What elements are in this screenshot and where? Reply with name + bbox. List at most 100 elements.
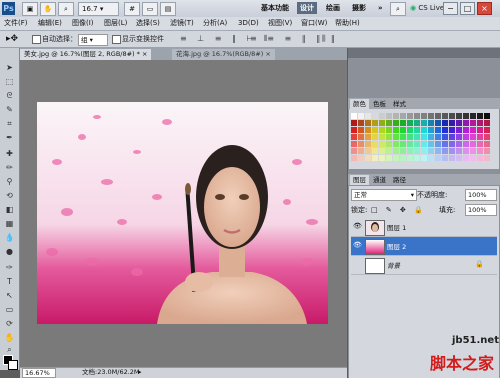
tab-close-icon[interactable]: × [265,50,270,58]
swatch [449,148,455,154]
lasso-icon[interactable]: ᘓ [3,90,16,101]
swatch [470,155,476,161]
clone-stamp-icon[interactable]: ⚲ [3,176,16,187]
swatch [365,155,371,161]
grid-icon[interactable]: # [124,2,140,16]
menu-3d[interactable]: 3D(D) [238,17,259,30]
menu-analysis[interactable]: 分析(A) [203,17,227,30]
swatch [421,141,427,147]
swatch [470,148,476,154]
workspace-photography[interactable]: 摄影 [349,2,369,14]
swatch [456,113,462,119]
swatch [421,134,427,140]
hand-icon[interactable]: ✋ [40,2,56,16]
tab-styles[interactable]: 样式 [390,99,409,109]
marquee-icon[interactable]: ⬚ [3,76,16,87]
layer-name: 背景 [387,262,400,270]
menu-image[interactable]: 图像(I) [72,17,94,30]
menu-file[interactable]: 文件(F) [4,17,28,30]
zoom-tool-icon[interactable]: ⌕ [3,344,16,355]
dodge-icon[interactable]: ● [3,246,16,257]
tab-huahai[interactable]: 花海.jpg @ 16.7%(RGB/8#) × [172,49,275,60]
opacity-field[interactable]: 100% [465,189,497,201]
layer-row-1[interactable]: 👁 图层 1 [351,218,497,237]
blur-icon[interactable]: 💧 [3,232,16,243]
screen-mode-icon[interactable]: ▭ [142,2,158,16]
swatches-grid[interactable] [349,109,499,169]
tab-swatches[interactable]: 色板 [370,99,389,109]
menu-layer[interactable]: 图层(L) [104,17,127,30]
tab-layers[interactable]: 图层 [350,175,369,185]
auto-select-dropdown[interactable]: 组 ▾ [78,34,108,46]
swatch [477,148,483,154]
tab-channels[interactable]: 通道 [370,175,389,185]
move-tool-icon[interactable]: ▸✥ [6,34,18,44]
menu-edit[interactable]: 编辑(E) [38,17,62,30]
hand-tool-icon[interactable]: ✋ [3,332,16,343]
layer-row-2[interactable]: 👁 图层 2 [351,237,497,256]
zoom-level-field[interactable]: 16.67% [22,368,56,378]
eye-icon[interactable]: 👁 [353,242,362,249]
eyedropper-icon[interactable]: ✒ [3,132,16,143]
blend-mode-select[interactable]: 正常 ▾ [351,189,417,201]
more-workspaces[interactable]: » [375,2,386,14]
zoom-icon[interactable]: ⌕ [58,2,74,16]
workspace-essentials[interactable]: 基本功能 [258,2,292,14]
crop-icon[interactable]: ⌗ [3,118,16,129]
tab-meinv[interactable]: 美女.jpg @ 16.7%(图层 2, RGB/8#) * × [20,49,152,60]
eraser-icon[interactable]: ◧ [3,204,16,215]
layer-row-background[interactable]: 背景 🔒 [351,256,497,275]
swatch [484,148,490,154]
menu-filter[interactable]: 滤镜(T) [170,17,194,30]
healing-brush-icon[interactable]: ✚ [3,148,16,159]
background-color-swatch[interactable] [8,360,18,370]
auto-align-icon[interactable]: ⫼ [322,34,326,44]
tab-paths[interactable]: 路径 [390,175,409,185]
move-icon[interactable]: ➤ [3,62,16,73]
workspace-design[interactable]: 设计 [297,2,317,14]
menu-help[interactable]: 帮助(H) [335,17,360,30]
workspace-painting[interactable]: 绘画 [323,2,343,14]
history-brush-icon[interactable]: ⟲ [3,190,16,201]
tools-panel: ➤ ⬚ ᘓ ✎ ⌗ ✒ ✚ ✏ ⚲ ⟲ ◧ ▦ 💧 ● ✑ T ↖ ▭ ⟳ ✋ … [0,48,20,370]
menu-view[interactable]: 视图(V) [268,17,292,30]
swatch [449,134,455,140]
auto-select-checkbox[interactable] [32,35,41,44]
swatch [414,148,420,154]
cs-live[interactable]: ◉ CS Live [410,2,444,14]
show-transform-checkbox[interactable] [112,35,121,44]
maximize-button[interactable]: □ [460,2,475,15]
status-arrow-icon[interactable]: ▸ [138,368,142,377]
close-button[interactable]: × [477,2,492,15]
tab-color[interactable]: 颜色 [350,99,369,109]
swatch [456,155,462,161]
search-icon[interactable]: ⌕ [390,2,406,16]
3d-rotate-icon[interactable]: ⟳ [3,318,16,329]
swatch [400,134,406,140]
shape-icon[interactable]: ▭ [3,304,16,315]
lock-label: 锁定: [351,206,368,214]
doc-size: 文档:23.0M/62.2M [82,368,140,376]
fill-field[interactable]: 100% [465,204,497,216]
document-image[interactable] [37,102,328,324]
quick-select-icon[interactable]: ✎ [3,104,16,115]
swatch [379,141,385,147]
pen-icon[interactable]: ✑ [3,262,16,273]
menu-select[interactable]: 选择(S) [136,17,160,30]
frame-icon[interactable]: ▣ [22,2,38,16]
minimize-button[interactable]: − [443,2,458,15]
type-icon[interactable]: T [3,276,16,287]
swatch [393,155,399,161]
swatch-colors[interactable] [349,109,499,169]
menu-window[interactable]: 窗口(W) [301,17,327,30]
path-select-icon[interactable]: ↖ [3,290,16,301]
lock-icons[interactable]: □ ✎ ✥ 🔒 [371,204,426,216]
eye-icon[interactable]: 👁 [353,223,362,230]
brush-icon[interactable]: ✏ [3,162,16,173]
zoom-select[interactable]: 16.7 ▾ [78,2,119,16]
swatch [449,127,455,133]
tab-close-icon[interactable]: × [142,50,147,58]
dock-header[interactable] [348,48,500,58]
gradient-icon[interactable]: ▦ [3,218,16,229]
extras-icon[interactable]: ▤ [160,2,176,16]
